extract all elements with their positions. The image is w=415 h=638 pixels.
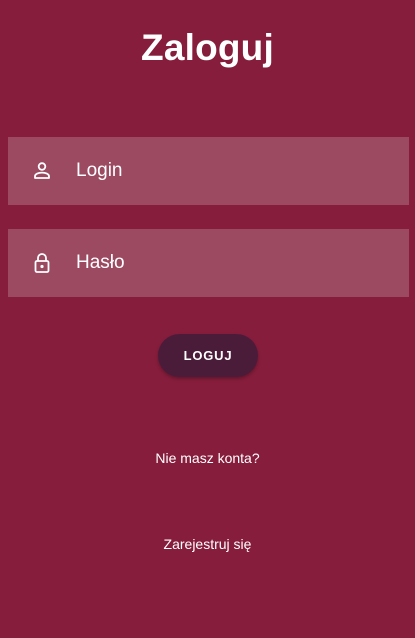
- login-screen: Zaloguj LOGUJ Nie masz konta? Zarejestru…: [0, 0, 415, 638]
- password-input[interactable]: [76, 229, 396, 297]
- login-input[interactable]: [76, 137, 396, 205]
- page-title: Zaloguj: [141, 27, 274, 68]
- login-field-container[interactable]: [8, 137, 409, 205]
- login-button[interactable]: LOGUJ: [158, 334, 258, 377]
- person-icon: [34, 162, 50, 179]
- no-account-text: Nie masz konta?: [155, 450, 260, 466]
- register-link[interactable]: Zarejestruj się: [0, 535, 415, 553]
- lock-icon: [34, 253, 50, 273]
- password-field-container[interactable]: [8, 229, 409, 297]
